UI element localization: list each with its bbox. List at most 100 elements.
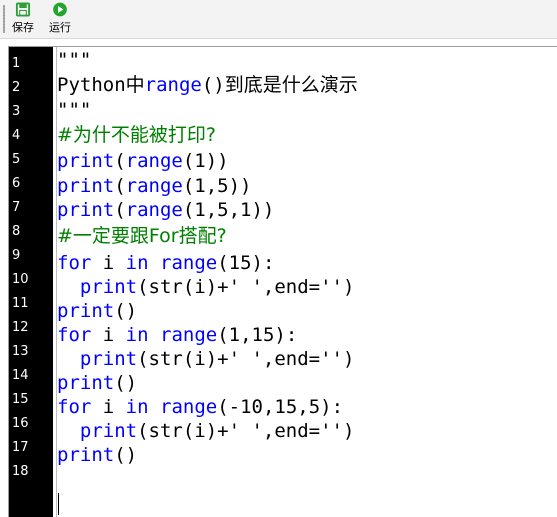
code-token: for xyxy=(57,252,92,274)
code-token: print xyxy=(57,175,115,197)
line-number: 18 xyxy=(12,464,29,479)
code-token: print xyxy=(57,199,115,221)
line-number: 14 xyxy=(12,368,29,383)
line-number: 12 xyxy=(12,320,29,335)
line-number: 11 xyxy=(12,296,29,311)
code-token: () xyxy=(114,444,138,466)
code-token: print xyxy=(79,420,138,442)
line-number: 15 xyxy=(12,392,29,407)
code-token: ( xyxy=(114,150,126,172)
code-line[interactable]: print(range(1)) xyxy=(57,150,229,172)
line-number: 1 xyxy=(12,56,21,71)
code-line[interactable]: #一定要跟For搭配? xyxy=(57,225,227,247)
code-token: () xyxy=(201,74,225,96)
line-number: 8 xyxy=(12,224,21,239)
code-line[interactable]: for i in range(-10,15,5): xyxy=(57,396,343,418)
code-token: print xyxy=(79,348,138,370)
code-token: """ xyxy=(57,99,92,121)
floppy-disk-icon xyxy=(15,2,31,17)
line-number: 13 xyxy=(12,344,29,359)
code-token: Python xyxy=(57,74,126,96)
line-number: 17 xyxy=(12,440,29,455)
code-line[interactable]: #为什不能被打印? xyxy=(57,124,216,146)
code-token: range xyxy=(160,396,218,418)
code-token: (1,5,1)) xyxy=(182,199,275,221)
line-number: 3 xyxy=(12,104,21,119)
line-number: 10 xyxy=(12,272,29,287)
code-line[interactable]: print(str(i)+' ',end='') xyxy=(57,348,355,370)
code-token: () xyxy=(114,372,138,394)
line-number: 4 xyxy=(12,128,21,143)
code-token: range xyxy=(160,252,218,274)
code-token: ( xyxy=(114,199,126,221)
code-editor[interactable]: 1 2 3 4 5 6 7 8 9 10 11 12 13 14 15 16 17 18 """ Python中ra… xyxy=(8,46,557,517)
code-token: in xyxy=(125,252,149,274)
code-token: (1)) xyxy=(182,150,229,172)
code-token: (str(i)+' ',end='') xyxy=(137,420,355,442)
code-line[interactable]: print(range(1,5,1)) xyxy=(57,199,274,221)
code-token: for xyxy=(57,396,92,418)
toolbar: 保存 运行 xyxy=(0,0,557,39)
code-token: print xyxy=(79,276,138,298)
code-line[interactable]: """ xyxy=(57,99,91,121)
code-token: i xyxy=(91,324,126,346)
code-token: #一定要跟For搭配? xyxy=(57,225,227,247)
code-line[interactable]: for i in range(15): xyxy=(57,252,274,274)
code-token: """ xyxy=(57,49,92,71)
code-token: print xyxy=(57,300,115,322)
code-line[interactable]: print(range(1,5)) xyxy=(57,175,252,197)
code-token: 到底是什么演示 xyxy=(224,74,358,96)
code-token: range xyxy=(125,175,183,197)
text-cursor xyxy=(58,493,59,515)
code-token: range xyxy=(125,150,183,172)
code-token: () xyxy=(114,300,138,322)
code-token: print xyxy=(57,150,115,172)
code-token: in xyxy=(125,396,149,418)
code-token: i xyxy=(91,252,126,274)
code-token: range xyxy=(144,74,202,96)
code-line[interactable]: print() xyxy=(57,372,137,394)
code-line[interactable]: print(str(i)+' ',end='') xyxy=(57,276,355,298)
code-line[interactable]: Python中range()到底是什么演示 xyxy=(57,74,358,96)
code-token: (15): xyxy=(217,252,275,274)
save-button-label: 保存 xyxy=(12,21,34,34)
line-number: 2 xyxy=(12,80,21,95)
code-token: ( xyxy=(114,175,126,197)
code-line[interactable]: print() xyxy=(57,444,137,466)
code-token: (str(i)+' ',end='') xyxy=(137,348,355,370)
code-token: (-10,15,5): xyxy=(217,396,344,418)
toolbar-grip-handle[interactable] xyxy=(3,5,5,33)
code-token: in xyxy=(125,324,149,346)
line-number: 7 xyxy=(12,200,21,215)
code-text-area[interactable]: """ Python中range()到底是什么演示 """ #为什不能被打印? prin… xyxy=(57,47,557,517)
line-number-gutter: 1 2 3 4 5 6 7 8 9 10 11 12 13 14 15 16 17 18 xyxy=(9,47,53,517)
code-token: (str(i)+' ',end='') xyxy=(137,276,355,298)
code-token: #为什不能被打印? xyxy=(57,124,217,146)
code-line[interactable]: """ xyxy=(57,49,91,71)
save-button[interactable]: 保存 xyxy=(12,1,34,35)
code-line[interactable]: print() xyxy=(57,300,137,322)
code-token: (1,5)) xyxy=(182,175,252,197)
line-number: 16 xyxy=(12,416,29,431)
line-number: 6 xyxy=(12,176,21,191)
code-line[interactable]: for i in range(1,15): xyxy=(57,324,297,346)
run-button-label: 运行 xyxy=(49,21,71,34)
code-token: range xyxy=(125,199,183,221)
line-number: 9 xyxy=(12,248,21,263)
code-token: print xyxy=(57,372,115,394)
code-token: i xyxy=(91,396,126,418)
code-editor-window: 保存 运行 1 2 3 4 5 6 7 8 9 10 11 12 13 14 15 16 17 18 """ Pyt… xyxy=(0,0,557,517)
line-number: 5 xyxy=(12,152,21,167)
code-token: for xyxy=(57,324,92,346)
run-button[interactable]: 运行 xyxy=(49,1,71,35)
code-token: 中 xyxy=(125,74,145,96)
code-token: range xyxy=(160,324,218,346)
code-token: print xyxy=(57,444,115,466)
code-line[interactable]: print(str(i)+' ',end='') xyxy=(57,420,355,442)
